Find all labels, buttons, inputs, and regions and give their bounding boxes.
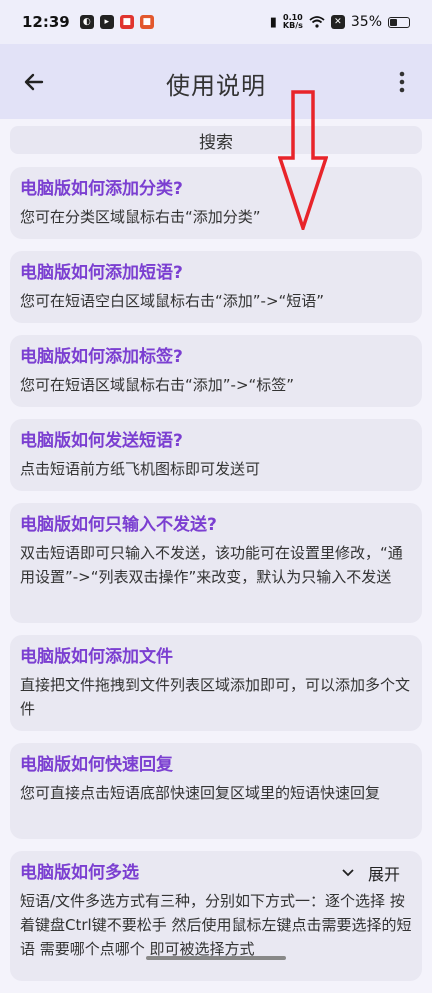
- more-vertical-icon: [399, 71, 405, 93]
- battery-percent: 35%: [350, 14, 382, 30]
- status-bar: 12:39 ◐ ▸ ■ ■ ▮ 0.10 KB/s ✕ 35%: [0, 0, 432, 44]
- faq-card[interactable]: 电脑版如何添加短语? 您可在短语空白区域鼠标右击“添加”->“短语”: [10, 251, 422, 323]
- expand-label: 展开: [367, 865, 400, 884]
- faq-card[interactable]: 电脑版如何快速回复 您可直接点击短语底部快速回复区域里的短语快速回复: [10, 743, 422, 839]
- battery-icon: [388, 16, 410, 28]
- faq-card[interactable]: 电脑版如何发送短语? 点击短语前方纸飞机图标即可发送可: [10, 419, 422, 491]
- shopping-app-icon: ■: [139, 15, 154, 29]
- faq-question: 电脑版如何添加文件: [20, 647, 173, 667]
- faq-question: 电脑版如何发送短语?: [20, 431, 183, 451]
- status-time: 12:39: [22, 13, 70, 31]
- faq-answer: 直接把文件拖拽到文件列表区域添加即可，可以添加多个文件: [20, 676, 411, 718]
- faq-answer: 短语/文件多选方式有三种，分别如下方式一：逐个选择 按着键盘Ctrl键不要松手 …: [20, 892, 412, 958]
- vibrate-icon: ▮: [269, 14, 277, 30]
- faq-question: 电脑版如何添加标签?: [20, 347, 183, 367]
- faq-answer: 双击短语即可只输入不发送，该功能可在设置里修改，“通用设置”->“列表双击操作”…: [20, 544, 403, 586]
- faq-question: 电脑版如何添加分类?: [20, 179, 183, 199]
- faq-answer: 您可在短语空白区域鼠标右击“添加”->“短语”: [20, 292, 325, 310]
- faq-answer: 您可在短语区域鼠标右击“添加”->“标签”: [20, 376, 295, 394]
- wifi-icon: [309, 16, 325, 28]
- faq-answer: 您可在分类区域鼠标右击“添加分类”: [20, 208, 261, 226]
- search-button[interactable]: 搜索: [10, 126, 422, 154]
- faq-list: 电脑版如何添加分类? 您可在分类区域鼠标右击“添加分类” 电脑版如何添加短语? …: [10, 167, 422, 993]
- faq-card[interactable]: 电脑版如何添加标签? 您可在短语区域鼠标右击“添加”->“标签”: [10, 335, 422, 407]
- faq-question: 电脑版如何只输入不发送?: [20, 515, 217, 535]
- sim-off-icon: ✕: [330, 15, 345, 29]
- faq-card[interactable]: 电脑版如何多选 展开 短语/文件多选方式有三种，分别如下方式一：逐个选择 按着键…: [10, 851, 422, 981]
- annotation-arrow-icon: [278, 90, 328, 230]
- chevron-down-icon: [342, 869, 354, 877]
- faq-card[interactable]: 电脑版如何添加分类? 您可在分类区域鼠标右击“添加分类”: [10, 167, 422, 239]
- notification-app-icon: ◐: [79, 15, 94, 29]
- video-app-icon: ▸: [99, 15, 114, 29]
- status-right: ▮ 0.10 KB/s ✕ 35%: [270, 14, 410, 30]
- page-title: 使用说明: [166, 72, 266, 100]
- faq-answer: 您可直接点击短语底部快速回复区域里的短语快速回复: [20, 784, 381, 802]
- net-speed: 0.10 KB/s: [283, 14, 303, 30]
- faq-question: 电脑版如何添加短语?: [20, 263, 183, 283]
- net-speed-unit: KB/s: [282, 21, 303, 30]
- news-app-icon: ■: [119, 15, 134, 29]
- faq-answer: 点击短语前方纸飞机图标即可发送可: [20, 460, 261, 478]
- more-options-button[interactable]: [390, 66, 414, 98]
- faq-card[interactable]: 电脑版如何只输入不发送? 双击短语即可只输入不发送，该功能可在设置里修改，“通用…: [10, 503, 422, 623]
- battery-level: [390, 18, 397, 26]
- faq-card[interactable]: 电脑版如何添加文件 直接把文件拖拽到文件列表区域添加即可，可以添加多个文件: [10, 635, 422, 731]
- status-left: 12:39 ◐ ▸ ■ ■: [22, 13, 154, 31]
- expand-button[interactable]: 展开: [342, 861, 400, 885]
- faq-question: 电脑版如何快速回复: [20, 755, 173, 775]
- app-bar: 使用说明: [0, 44, 432, 119]
- gesture-bar[interactable]: [146, 956, 286, 960]
